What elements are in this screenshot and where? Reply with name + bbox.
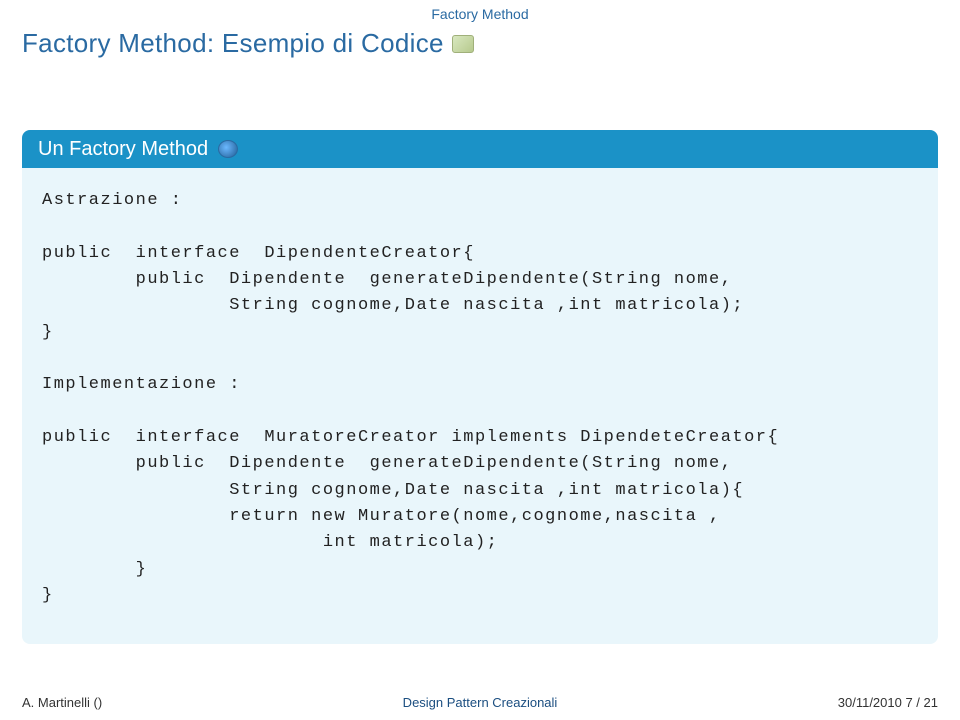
- block-header-text: Un Factory Method: [38, 138, 208, 161]
- slide-title-text: Factory Method: Esempio di Codice: [22, 28, 444, 59]
- block-body: Astrazione : public interface Dipendente…: [22, 168, 938, 644]
- footer-page: 30/11/2010 7 / 21: [838, 695, 938, 710]
- section-label: Factory Method: [431, 6, 528, 22]
- slide-title: Factory Method: Esempio di Codice: [22, 28, 474, 59]
- block-header: Un Factory Method: [22, 130, 938, 168]
- footer: A. Martinelli () Design Pattern Creazion…: [22, 695, 938, 710]
- copyright-icon: [218, 140, 238, 158]
- footer-author: A. Martinelli (): [22, 695, 102, 710]
- footer-title: Design Pattern Creazionali: [403, 695, 558, 710]
- frog-icon: [452, 35, 474, 53]
- code-listing: Astrazione : public interface Dipendente…: [42, 188, 918, 610]
